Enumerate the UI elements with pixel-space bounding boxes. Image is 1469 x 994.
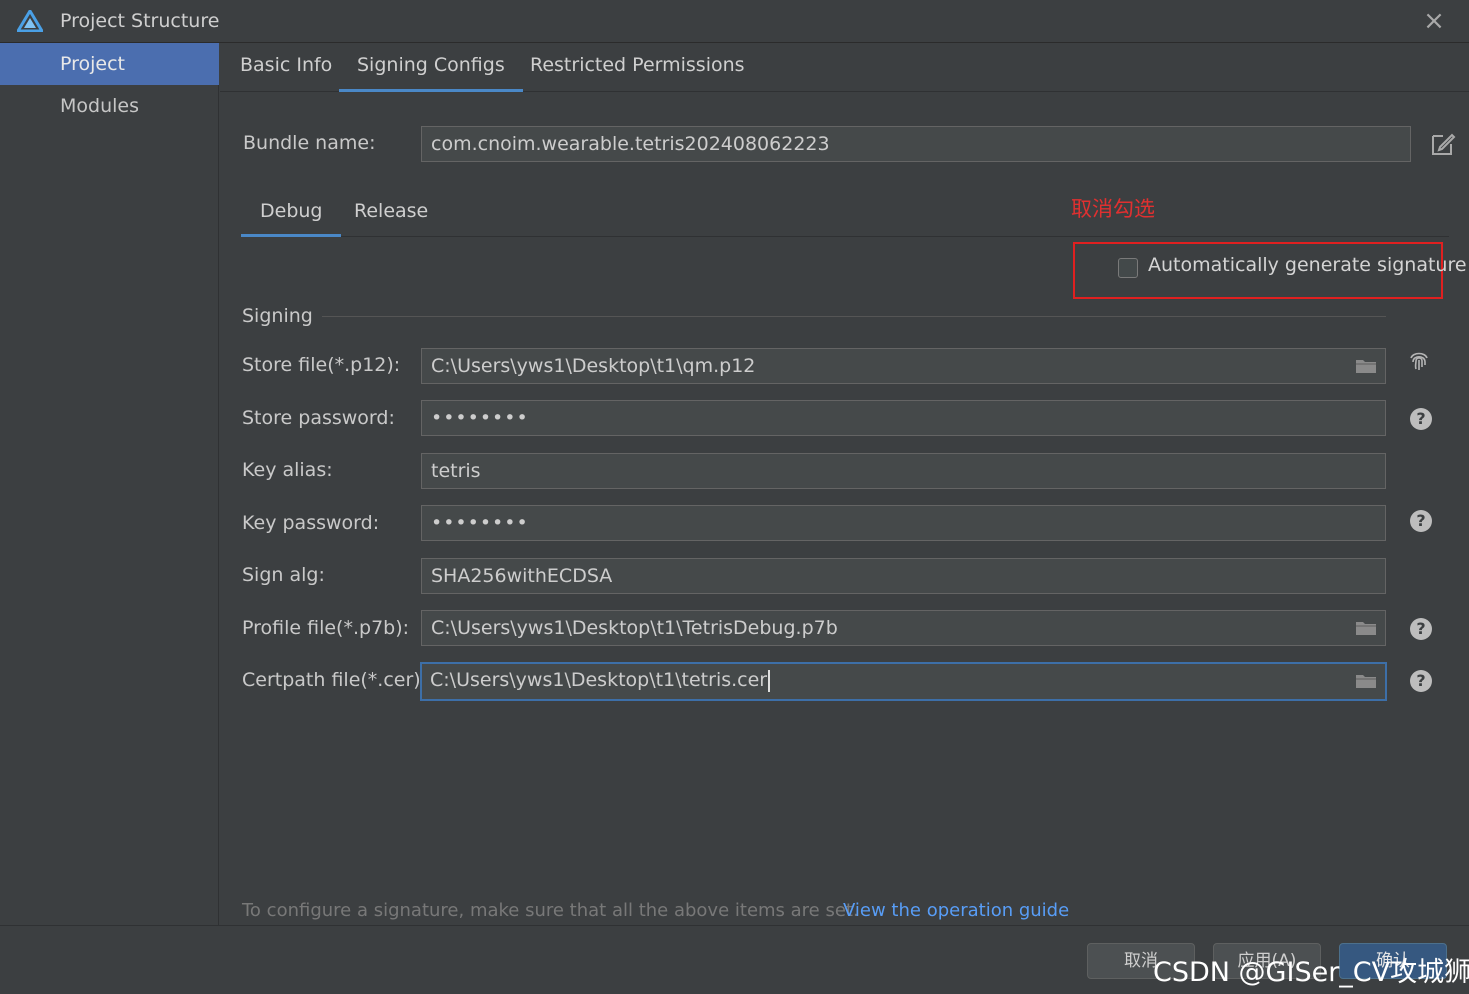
- store-file-field[interactable]: C:\Users\yws1\Desktop\t1\qm.p12: [421, 348, 1386, 384]
- help-icon[interactable]: ?: [1410, 618, 1432, 640]
- close-icon[interactable]: ×: [1420, 8, 1448, 36]
- certpath-file-field[interactable]: C:\Users\yws1\Desktop\t1\tetris.cer: [420, 662, 1387, 701]
- sidebar-item-modules[interactable]: Modules: [0, 85, 219, 127]
- sidebar-item-project[interactable]: Project: [0, 43, 219, 85]
- app-logo-icon: [17, 10, 43, 32]
- profile-file-field[interactable]: C:\Users\yws1\Desktop\t1\TetrisDebug.p7b: [421, 610, 1386, 646]
- store-password-field[interactable]: ••••••••: [421, 400, 1386, 436]
- bundle-name-label: Bundle name:: [243, 132, 376, 154]
- text-caret: [768, 669, 771, 692]
- key-alias-field[interactable]: tetris: [421, 453, 1386, 489]
- dialog-footer: 取消 应用(A) 确认 CSDN @GISer_CV攻城狮: [0, 925, 1469, 994]
- key-alias-label: Key alias:: [242, 459, 333, 481]
- sign-alg-label: Sign alg:: [242, 564, 325, 586]
- tab-basic-info[interactable]: Basic Info: [240, 43, 332, 92]
- auto-signature-label[interactable]: Automatically generate signature: [1148, 254, 1467, 276]
- ok-button[interactable]: 确认: [1339, 943, 1447, 979]
- tab-signing-configs[interactable]: Signing Configs: [339, 43, 523, 92]
- store-password-label: Store password:: [242, 407, 395, 429]
- auto-signature-checkbox[interactable]: [1118, 258, 1138, 278]
- top-tabs: Basic Info Signing Configs Restricted Pe…: [220, 43, 1469, 92]
- operation-guide-link[interactable]: View the operation guide: [843, 900, 1069, 921]
- folder-icon[interactable]: [1355, 673, 1377, 689]
- fingerprint-icon[interactable]: [1407, 349, 1431, 373]
- folder-icon[interactable]: [1355, 620, 1377, 636]
- section-divider: [322, 316, 1386, 317]
- signing-section-title: Signing: [242, 305, 313, 327]
- build-type-tabs: Debug Release: [241, 192, 1449, 237]
- main-panel: Basic Info Signing Configs Restricted Pe…: [220, 43, 1469, 925]
- key-password-field[interactable]: ••••••••: [421, 505, 1386, 541]
- tab-debug[interactable]: Debug: [241, 192, 342, 237]
- help-icon[interactable]: ?: [1410, 670, 1432, 692]
- sign-alg-field[interactable]: SHA256withECDSA: [421, 558, 1386, 594]
- annotation-text: 取消勾选: [1071, 197, 1155, 221]
- sidebar: Project Modules: [0, 43, 219, 925]
- edit-icon[interactable]: [1430, 131, 1456, 157]
- help-icon[interactable]: ?: [1410, 510, 1432, 532]
- profile-file-label: Profile file(*.p7b):: [242, 617, 410, 639]
- store-file-value: C:\Users\yws1\Desktop\t1\qm.p12: [431, 355, 756, 377]
- tab-release[interactable]: Release: [354, 192, 428, 237]
- key-password-label: Key password:: [242, 512, 380, 534]
- apply-button[interactable]: 应用(A): [1213, 943, 1321, 979]
- tab-restricted-permissions[interactable]: Restricted Permissions: [530, 43, 745, 92]
- window-title: Project Structure: [60, 10, 220, 32]
- help-icon[interactable]: ?: [1410, 408, 1432, 430]
- store-file-label: Store file(*.p12):: [242, 354, 401, 376]
- signature-hint: To configure a signature, make sure that…: [242, 900, 859, 921]
- certpath-file-value: C:\Users\yws1\Desktop\t1\tetris.cer: [430, 669, 768, 691]
- certpath-file-label: Certpath file(*.cer):: [242, 669, 428, 691]
- title-bar: Project Structure ×: [0, 0, 1469, 43]
- folder-icon[interactable]: [1355, 358, 1377, 374]
- cancel-button[interactable]: 取消: [1087, 943, 1195, 979]
- bundle-name-field[interactable]: com.cnoim.wearable.tetris202408062223: [421, 126, 1411, 162]
- profile-file-value: C:\Users\yws1\Desktop\t1\TetrisDebug.p7b: [431, 617, 838, 639]
